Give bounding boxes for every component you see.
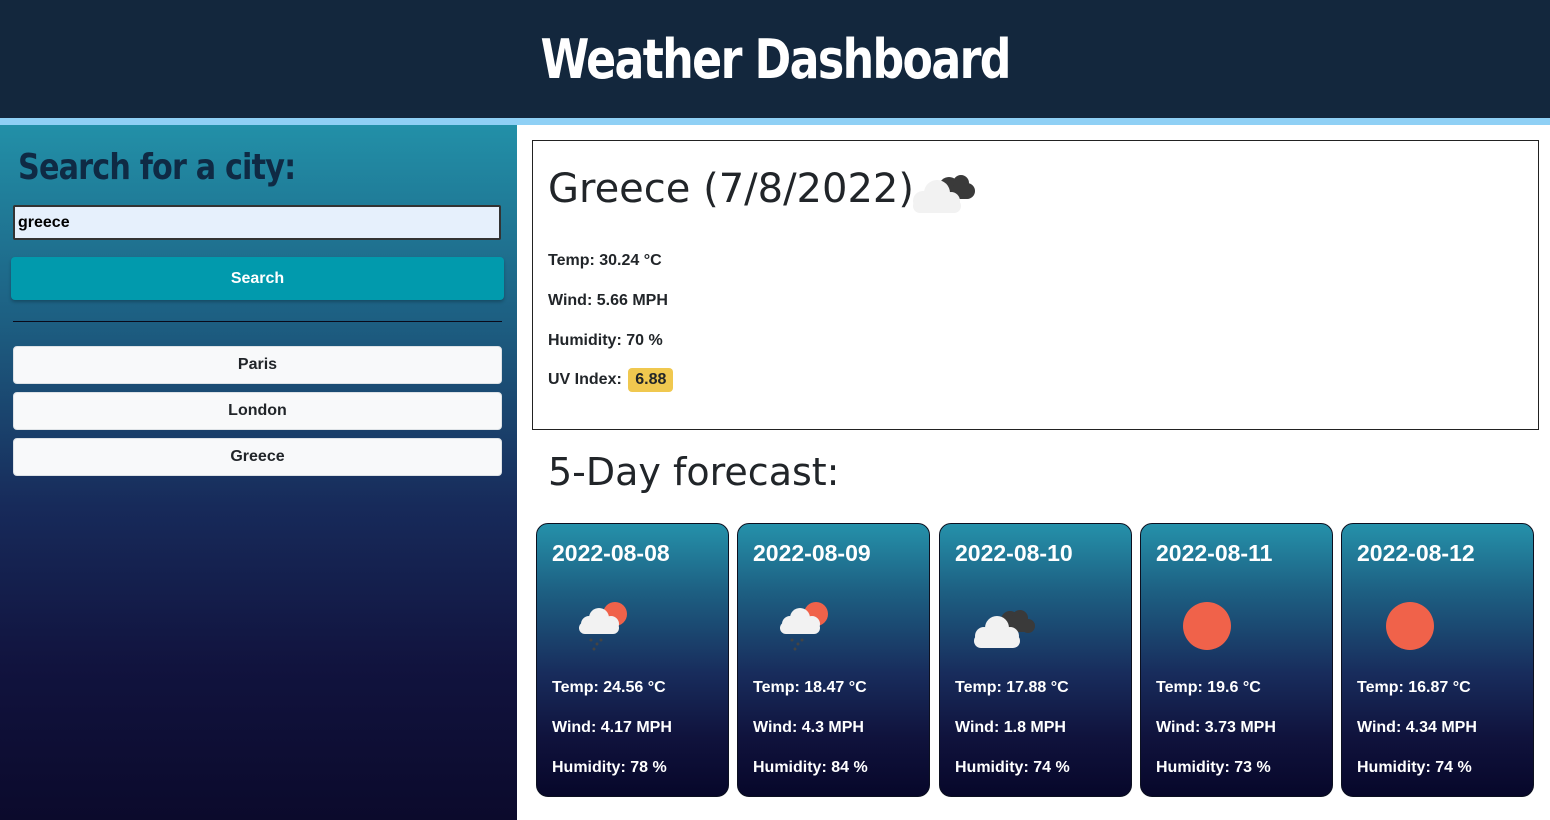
uv-label: UV Index: bbox=[548, 371, 622, 388]
forecast-temp: Temp: 18.47 °C bbox=[753, 679, 867, 696]
forecast-humidity: Humidity: 84 % bbox=[753, 759, 868, 776]
cloudy-icon bbox=[913, 175, 975, 213]
search-history: Paris London Greece bbox=[13, 346, 502, 484]
forecast-humidity: Humidity: 74 % bbox=[1357, 759, 1472, 776]
forecast-humidity: Humidity: 73 % bbox=[1156, 759, 1271, 776]
forecast-wind: Wind: 4.34 MPH bbox=[1357, 719, 1477, 736]
sidebar: Search for a city: Search Paris London G… bbox=[0, 125, 517, 820]
forecast-date: 2022-08-12 bbox=[1357, 540, 1475, 566]
cloudy-icon bbox=[974, 610, 1035, 648]
forecast-card: 2022-08-12 Temp: 16.87 °C Wind: 4.34 MPH… bbox=[1341, 523, 1534, 797]
sun-icon bbox=[1183, 602, 1231, 650]
history-button-greece[interactable]: Greece bbox=[13, 438, 502, 476]
current-temp: Temp: 30.24 °C bbox=[548, 252, 662, 269]
current-weather-panel: Greece (7/8/2022) Temp: 30.24 °C Wind: 5… bbox=[532, 140, 1539, 430]
forecast-humidity: Humidity: 74 % bbox=[955, 759, 1070, 776]
page-header: Weather Dashboard bbox=[0, 0, 1550, 118]
sun-icon bbox=[1386, 602, 1434, 650]
forecast-wind: Wind: 4.3 MPH bbox=[753, 719, 864, 736]
forecast-temp: Temp: 16.87 °C bbox=[1357, 679, 1471, 696]
history-button-london[interactable]: London bbox=[13, 392, 502, 430]
sidebar-divider bbox=[13, 321, 502, 322]
forecast-date: 2022-08-09 bbox=[753, 540, 871, 566]
forecast-wind: Wind: 3.73 MPH bbox=[1156, 719, 1276, 736]
current-city-title: Greece (7/8/2022) bbox=[548, 166, 914, 212]
forecast-card: 2022-08-10 Temp: 17.88 °C Wind: 1.8 MPH … bbox=[939, 523, 1132, 797]
forecast-date: 2022-08-08 bbox=[552, 540, 670, 566]
forecast-card: 2022-08-11 Temp: 19.6 °C Wind: 3.73 MPH … bbox=[1140, 523, 1333, 797]
rain-sun-icon bbox=[780, 602, 828, 651]
forecast-date: 2022-08-10 bbox=[955, 540, 1073, 566]
forecast-wind: Wind: 1.8 MPH bbox=[955, 719, 1066, 736]
uv-index-badge: 6.88 bbox=[628, 368, 674, 392]
forecast-wind: Wind: 4.17 MPH bbox=[552, 719, 672, 736]
page-title: Weather Dashboard bbox=[540, 27, 1011, 91]
city-search-input[interactable] bbox=[13, 205, 501, 240]
forecast-date: 2022-08-11 bbox=[1156, 540, 1273, 566]
forecast-temp: Temp: 24.56 °C bbox=[552, 679, 666, 696]
current-uv: UV Index: 6.88 bbox=[548, 368, 674, 392]
forecast-humidity: Humidity: 78 % bbox=[552, 759, 667, 776]
forecast-temp: Temp: 17.88 °C bbox=[955, 679, 1069, 696]
rain-sun-icon bbox=[579, 602, 627, 651]
forecast-temp: Temp: 19.6 °C bbox=[1156, 679, 1261, 696]
forecast-heading: 5-Day forecast: bbox=[548, 450, 840, 494]
history-button-paris[interactable]: Paris bbox=[13, 346, 502, 384]
search-heading: Search for a city: bbox=[18, 147, 296, 188]
forecast-card: 2022-08-08 Temp: 24.56 °C Wind: 4.17 MPH… bbox=[536, 523, 729, 797]
header-accent-stripe bbox=[0, 118, 1550, 125]
current-humidity: Humidity: 70 % bbox=[548, 332, 663, 349]
search-button[interactable]: Search bbox=[11, 257, 504, 300]
current-wind: Wind: 5.66 MPH bbox=[548, 292, 668, 309]
forecast-card: 2022-08-09 Temp: 18.47 °C Wind: 4.3 MPH … bbox=[737, 523, 930, 797]
